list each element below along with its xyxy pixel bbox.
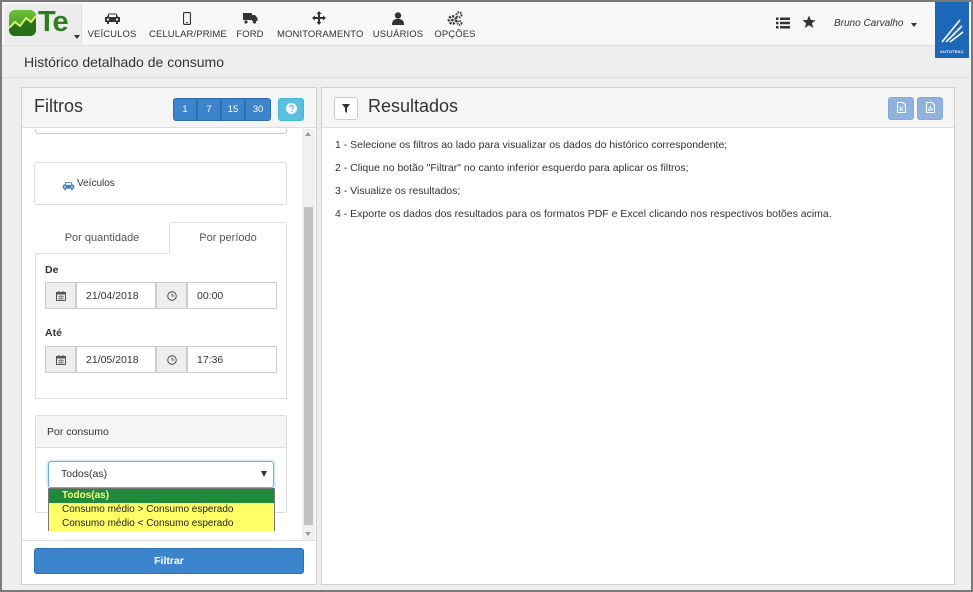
help-button[interactable] [278,98,304,121]
car-icon [62,178,75,196]
autotrac-logo: AUTOTRAC [935,2,969,58]
clipped-input[interactable] [35,129,287,134]
range-7-button[interactable]: 7 [197,98,221,121]
nav-opcoes[interactable]: OPÇÕES [433,10,477,42]
dropdown-arrow-icon [261,471,267,477]
funnel-icon [342,100,350,118]
consumo-title: Por consumo [36,416,286,448]
caret-down-icon [911,23,917,27]
consumo-dropdown-list: Todos(as) Consumo médio > Consumo espera… [48,488,275,531]
logo-chart-icon [9,10,36,36]
brand-text: AUTOTRAC [940,49,964,54]
instruction-step: 3 - Visualize os resultados; [335,185,461,197]
user-menu[interactable]: Bruno Carvalho [834,18,903,29]
tab-por-periodo[interactable]: Por período [169,222,287,254]
page-title: Histórico detalhado de consumo [24,54,225,70]
filter-button[interactable]: Filtrar [34,548,304,574]
nav-label: CELULAR/PRIME [149,29,227,40]
question-icon [285,101,297,119]
results-panel: Resultados 1 - Selecione os filtros ao l… [321,87,955,585]
filters-scrollbar[interactable] [302,129,315,540]
range-1-button[interactable]: 1 [173,98,197,121]
top-navbar: Te VEÍCULOS CELULAR/PRIME FORD MONITORAM… [2,2,971,58]
toggle-filters-button[interactable] [334,97,358,120]
filters-title: Filtros [34,96,83,116]
from-time-input[interactable]: 00:00 [187,282,277,309]
calendar-icon[interactable] [45,282,76,309]
scrollbar-thumb[interactable] [304,207,313,525]
dropdown-option[interactable]: Todos(as) [49,489,274,503]
from-date-input[interactable]: 21/04/2018 [76,282,156,309]
tab-por-quantidade[interactable]: Por quantidade [35,222,169,254]
nav-veiculos[interactable]: VEÍCULOS [86,10,138,42]
nav-usuarios[interactable]: USUÁRIOS [372,10,424,42]
caret-down-icon [74,35,80,39]
results-title: Resultados [368,96,459,116]
range-15-button[interactable]: 15 [221,98,245,121]
instructions-list: 1 - Selecione os filtros ao lado para vi… [335,139,832,231]
nav-ford[interactable]: FORD [235,10,265,42]
nav-label: USUÁRIOS [372,29,424,40]
app-logo-menu[interactable]: Te [4,4,82,44]
dropdown-option[interactable]: Consumo médio < Consumo esperado [49,517,274,531]
filters-header: Filtros 1 7 15 30 [22,88,316,128]
truck-icon [235,10,265,26]
nav-label: OPÇÕES [434,29,476,40]
nav-label: VEÍCULOS [87,29,137,40]
to-date-input[interactable]: 21/05/2018 [76,346,156,373]
filters-scroll-area[interactable]: Veículos Por quantidade Por período De 2… [22,129,316,540]
file-pdf-icon [925,100,935,118]
divider [22,540,316,541]
user-icon [372,10,424,26]
file-excel-icon [896,100,906,118]
mobile-icon [149,10,225,26]
nav-monitoramento[interactable]: MONITORAMENTO [277,10,364,42]
to-datetime: 21/05/2018 17:36 [45,346,277,373]
move-icon [277,10,361,26]
scroll-down-arrow-icon[interactable] [305,532,311,536]
filters-panel: Filtros 1 7 15 30 Veículos Por quantidad… [21,87,317,585]
car-icon [86,10,138,26]
to-label: Até [45,327,62,339]
nav-label: FORD [236,29,264,40]
range-button-group: 1 7 15 30 [173,98,271,121]
instruction-step: 4 - Exporte os dados dos resultados para… [335,208,832,220]
logo-text: Te [38,6,69,38]
nav-celular-prime[interactable]: CELULAR/PRIME [149,10,227,42]
range-30-button[interactable]: 30 [245,98,271,121]
results-header: Resultados [322,88,954,128]
list-icon[interactable] [776,16,790,34]
nav-label: MONITORAMENTO [277,29,364,40]
instruction-step: 2 - Clique no botão "Filtrar" no canto i… [335,162,689,174]
consumo-select[interactable]: Todos(as) [48,461,274,488]
clock-icon[interactable] [156,346,187,373]
clock-icon[interactable] [156,282,187,309]
period-tabs: Por quantidade Por período [35,222,287,254]
vehicles-selector[interactable]: Veículos [34,162,287,205]
cogs-icon [433,10,477,26]
scroll-up-arrow-icon[interactable] [305,132,311,136]
period-tab-content: De 21/04/2018 00:00 Até 21/05/2018 17:36 [35,254,287,399]
from-label: De [45,264,59,276]
export-excel-button[interactable] [888,97,914,120]
star-icon[interactable] [802,15,816,34]
divider [2,77,971,78]
from-datetime: 21/04/2018 00:00 [45,282,277,309]
consumo-filter: Por consumo Todos(as) Todos(as) Consumo … [35,415,287,531]
dropdown-option[interactable]: Consumo médio > Consumo esperado [49,503,274,517]
calendar-icon[interactable] [45,346,76,373]
export-pdf-button[interactable] [917,97,943,120]
instruction-step: 1 - Selecione os filtros ao lado para vi… [335,139,728,151]
vehicles-label: Veículos [77,178,115,189]
to-time-input[interactable]: 17:36 [187,346,277,373]
app-window: Te VEÍCULOS CELULAR/PRIME FORD MONITORAM… [0,0,973,592]
consumo-selected-value: Todos(as) [61,468,108,480]
